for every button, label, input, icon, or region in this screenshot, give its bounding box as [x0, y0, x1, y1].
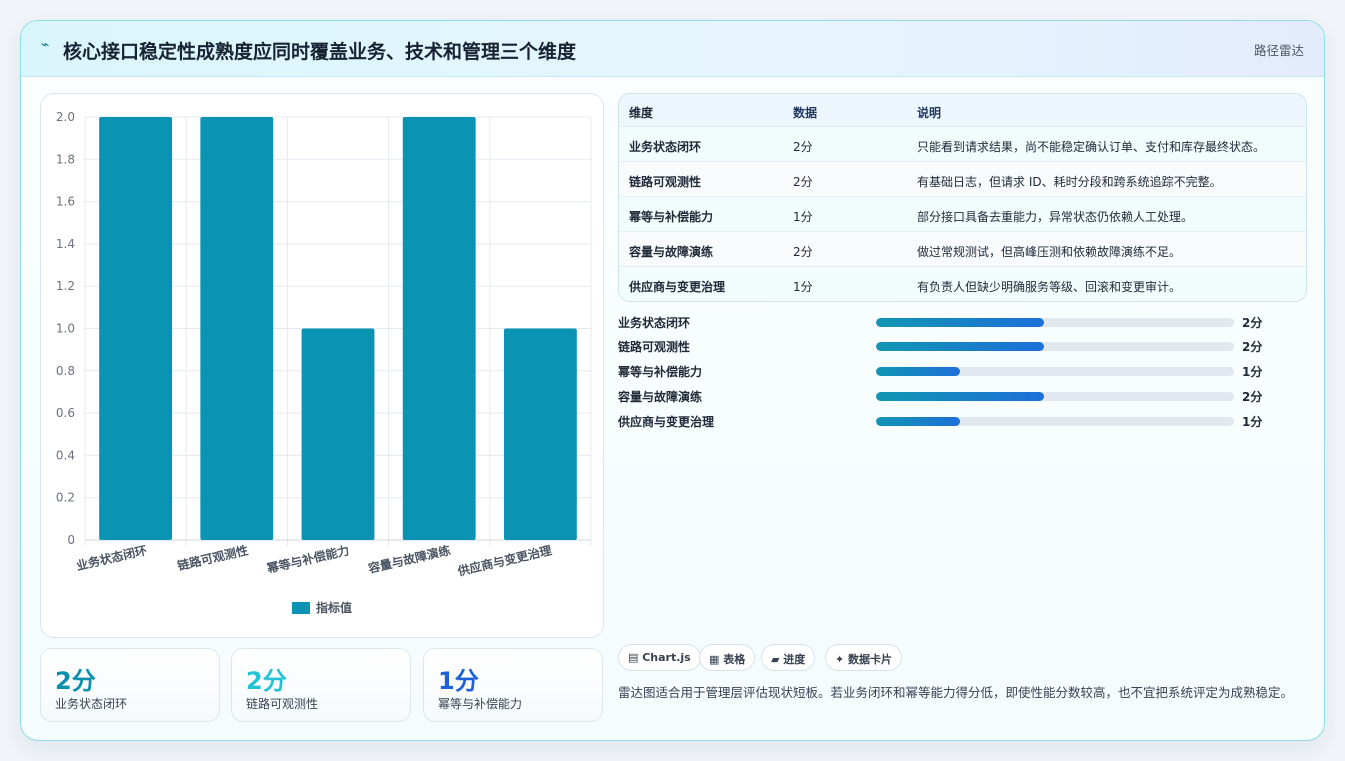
bar [402, 117, 476, 540]
table-cell: 2分 [793, 140, 813, 154]
x-tick-label: 容量与故障演练 [366, 542, 452, 576]
stat-card-3: 1分 幂等与补偿能力 [423, 648, 603, 722]
progress-row: 容量与故障演练 2分 [618, 387, 1307, 405]
progress-label: 幂等与补偿能力 [618, 365, 703, 379]
table-row: 幂等与补偿能力 1分 部分接口具备去重能力，异常状态仍依赖人工处理。 [619, 197, 1306, 232]
progress-label: 业务状态闭环 [618, 316, 691, 330]
table-row: 容量与故障演练 2分 做过常规测试，但高峰压测和依赖故障演练不足。 [619, 232, 1306, 267]
bar-chart-panel: 0 0.2 0.4 0.6 0.8 1.0 1.2 1.4 1.6 1.8 2.0 业务状态闭环 链路可… [40, 93, 604, 638]
page-title: 核心接口稳定性成熟度应同时覆盖业务、技术和管理三个维度 [63, 41, 577, 63]
y-tick-label: 1.2 [56, 279, 75, 293]
progress-track [876, 318, 1234, 327]
stat-label: 链路可观测性 [246, 697, 319, 711]
progress-value: 2分 [1242, 390, 1263, 404]
progress-fill [876, 392, 1045, 401]
y-tick-label: 1.4 [56, 237, 75, 251]
progress-row: 链路可观测性 2分 [618, 337, 1307, 355]
bar [503, 328, 577, 540]
progress-track [876, 392, 1234, 401]
table-header-row: 维度 数据 说明 [619, 94, 1306, 127]
bar [99, 117, 173, 540]
table-cell: 2分 [793, 175, 813, 189]
table-cell: 供应商与变更治理 [629, 280, 726, 294]
progress-track [876, 417, 1234, 426]
legend-label: 指标值 [316, 600, 352, 615]
progress-label: 容量与故障演练 [618, 390, 703, 404]
stat-value: 2分 [55, 667, 96, 695]
summary-note: 雷达图适合用于管理层评估现状短板。若业务闭环和幂等能力得分低，即使性能分数较高，… [618, 685, 1294, 700]
table-cell: 部分接口具备去重能力，异常状态仍依赖人工处理。 [917, 210, 1194, 224]
y-tick-label: 0.8 [56, 364, 75, 378]
table-row: 业务状态闭环 2分 只能看到请求结果，尚不能稳定确认订单、支付和库存最终状态。 [619, 127, 1306, 162]
chip-table[interactable]: ▦ 表格 [699, 644, 756, 671]
table-cell: 链路可观测性 [629, 175, 702, 189]
progress-fill [876, 318, 1045, 327]
y-tick-label: 0 [67, 533, 75, 547]
chip-chartjs[interactable]: ▤ Chart.js [618, 644, 701, 671]
progress-row: 供应商与变更治理 1分 [618, 412, 1307, 430]
y-tick-label: 1.6 [56, 195, 75, 209]
header-tag: 路径雷达 [1253, 43, 1304, 58]
progress-fill [876, 367, 961, 376]
table-header-cell: 说明 [917, 106, 942, 120]
table-cell: 1分 [793, 280, 813, 294]
chip-data-cards[interactable]: ✦ 数据卡片 [825, 644, 903, 671]
bar [301, 328, 375, 540]
progress-value: 2分 [1242, 340, 1263, 354]
stat-label: 业务状态闭环 [55, 697, 128, 711]
table-cell: 只能看到请求结果，尚不能稳定确认订单、支付和库存最终状态。 [917, 140, 1266, 154]
data-table: 维度 数据 说明 业务状态闭环 2分 只能看到请求结果，尚不能稳定确认订单、支付… [618, 93, 1307, 302]
x-tick-label: 供应商与变更治理 [455, 542, 553, 578]
stat-card-2: 2分 链路可观测性 [231, 648, 411, 722]
stat-value: 2分 [246, 667, 287, 695]
y-tick-label: 1.8 [56, 152, 75, 166]
progress-label: 链路可观测性 [618, 340, 691, 354]
bar-chart: 0 0.2 0.4 0.6 0.8 1.0 1.2 1.4 1.6 1.8 2.0 业务状态闭环 链路可… [56, 110, 592, 615]
header-bar: ⌁ 核心接口稳定性成熟度应同时覆盖业务、技术和管理三个维度 路径雷达 [21, 21, 1324, 77]
table-header-cell: 维度 [629, 106, 654, 120]
table-cell: 有负责人但缺少明确服务等级、回滚和变更审计。 [917, 280, 1182, 294]
table-cell: 2分 [793, 245, 813, 259]
legend-swatch [292, 602, 310, 614]
chip-progress[interactable]: ▰ 进度 [761, 644, 816, 671]
table-row: 供应商与变更治理 1分 有负责人但缺少明确服务等级、回滚和变更审计。 [619, 267, 1306, 301]
stat-value: 1分 [438, 667, 479, 695]
trend-icon: ⌁ [41, 37, 50, 53]
x-tick-label: 业务状态闭环 [75, 542, 149, 573]
progress-fill [876, 342, 1045, 351]
progress-value: 1分 [1242, 415, 1263, 429]
dashboard-card: ⌁ 核心接口稳定性成熟度应同时覆盖业务、技术和管理三个维度 路径雷达 0 0.2 0… [20, 20, 1325, 741]
table-row: 链路可观测性 2分 有基础日志，但请求 ID、耗时分段和跨系统追踪不完整。 [619, 162, 1306, 197]
y-tick-label: 2.0 [56, 110, 75, 124]
table-cell: 有基础日志，但请求 ID、耗时分段和跨系统追踪不完整。 [917, 175, 1222, 189]
progress-track [876, 367, 1234, 376]
progress-track [876, 342, 1234, 351]
table-cell: 做过常规测试，但高峰压测和依赖故障演练不足。 [917, 245, 1182, 259]
y-tick-label: 0.2 [56, 491, 75, 505]
table-cell: 幂等与补偿能力 [629, 210, 714, 224]
stat-label: 幂等与补偿能力 [438, 697, 523, 711]
progress-value: 2分 [1242, 316, 1263, 330]
y-tick-label: 0.4 [56, 448, 75, 462]
x-tick-label: 链路可观测性 [176, 542, 250, 573]
table-cell: 业务状态闭环 [629, 140, 702, 154]
progress-fill [876, 417, 961, 426]
y-tick-label: 1.0 [56, 322, 75, 336]
x-tick-label: 幂等与补偿能力 [264, 542, 350, 576]
stat-card-1: 2分 业务状态闭环 [40, 648, 220, 722]
progress-label: 供应商与变更治理 [618, 415, 715, 429]
progress-value: 1分 [1242, 365, 1263, 379]
table-cell: 1分 [793, 210, 813, 224]
bar [200, 117, 274, 540]
table-header-cell: 数据 [793, 106, 818, 120]
progress-row: 幂等与补偿能力 1分 [618, 362, 1307, 380]
table-cell: 容量与故障演练 [629, 245, 714, 259]
y-tick-label: 0.6 [56, 406, 75, 420]
progress-row: 业务状态闭环 2分 [618, 313, 1307, 331]
